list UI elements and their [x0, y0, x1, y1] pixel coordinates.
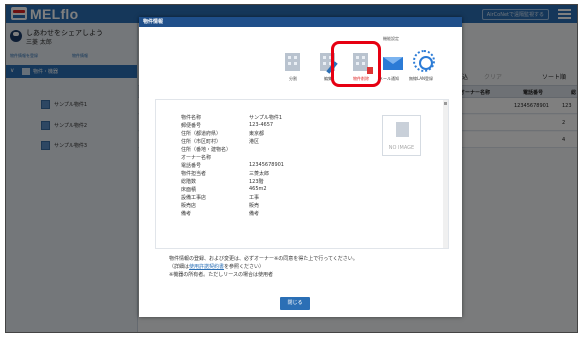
field-value: 123階 — [249, 179, 264, 185]
field-label: 郵便番号 — [181, 123, 202, 129]
function-setting-label: 機能設定 — [383, 36, 399, 41]
field-label: 住所（都道府県） — [181, 131, 222, 137]
field-label: 備考 — [181, 211, 192, 217]
field-label: 総階数 — [181, 179, 197, 185]
field-label: 設備工事店 — [181, 195, 207, 201]
field-label: 物件担当者 — [181, 171, 207, 177]
field-value: 12345678901 — [249, 162, 284, 168]
consent-note: 物件情報の登録、および変更は、必ずオーナー※の同意を得た上で行ってください。 — [169, 256, 358, 262]
field-value: 販売 — [249, 203, 260, 209]
license-note: （詳細は使用許諾契約書を参照ください） — [169, 263, 264, 270]
wlan-register-label[interactable]: 無線LAN登録 — [409, 76, 433, 82]
app-window: MELflo AirCoNetで遠隔監視する しあわせをシェアしよう 三菱 太郎… — [5, 4, 578, 333]
field-value: 工事 — [249, 195, 260, 201]
dialog-header: 物件情報 — [139, 17, 462, 27]
building-icon — [396, 122, 409, 137]
field-label: 電話番号 — [181, 163, 202, 169]
mail-notify-label[interactable]: メール通知 — [379, 76, 399, 82]
property-info-dialog: 物件情報 機能設定 分割 編集 物件削除 メール通知 無線LAN登録 NO IM… — [139, 17, 462, 317]
field-label: 住所（市区町村） — [181, 139, 222, 145]
scrollbar[interactable] — [443, 100, 448, 248]
wireless-lan-icon[interactable] — [413, 50, 435, 72]
field-value: 東京都 — [249, 131, 265, 137]
field-label: 住所（番地・建物名） — [181, 147, 232, 153]
field-label: 販売店 — [181, 203, 197, 209]
field-label: オーナー名称 — [181, 155, 212, 161]
field-value: 123-4657 — [249, 122, 274, 128]
field-value: サンプル物件1 — [249, 115, 283, 121]
highlight-annotation — [331, 41, 381, 87]
building-icon — [285, 53, 300, 71]
field-label: 物件名称 — [181, 115, 202, 121]
field-value: 港区 — [249, 139, 260, 145]
split-button[interactable]: 分割 — [279, 47, 307, 87]
property-image: NO IMAGE — [382, 115, 421, 156]
mail-icon[interactable] — [383, 57, 403, 70]
field-value: 三菱太郎 — [249, 171, 270, 177]
field-label: 床面積 — [181, 187, 197, 193]
license-note-suffix: を参照ください） — [224, 264, 265, 270]
field-value: 備考 — [249, 211, 260, 217]
split-label: 分割 — [289, 76, 297, 81]
property-detail-panel: NO IMAGE 物件名称 サンプル物件1 郵便番号 123-4657 住所（都… — [155, 99, 449, 249]
owner-note: ※機器の所有者。ただしリースの場合は使用者 — [169, 272, 273, 278]
license-note-prefix: （詳細は — [169, 264, 190, 270]
close-button[interactable]: 閉じる — [280, 297, 310, 310]
dialog-title: 物件情報 — [143, 19, 164, 25]
license-agreement-link[interactable]: 使用許諾契約書 — [189, 264, 224, 270]
no-image-label: NO IMAGE — [388, 145, 415, 151]
field-value: 465m2 — [249, 186, 267, 192]
scroll-up-icon[interactable] — [444, 102, 447, 105]
